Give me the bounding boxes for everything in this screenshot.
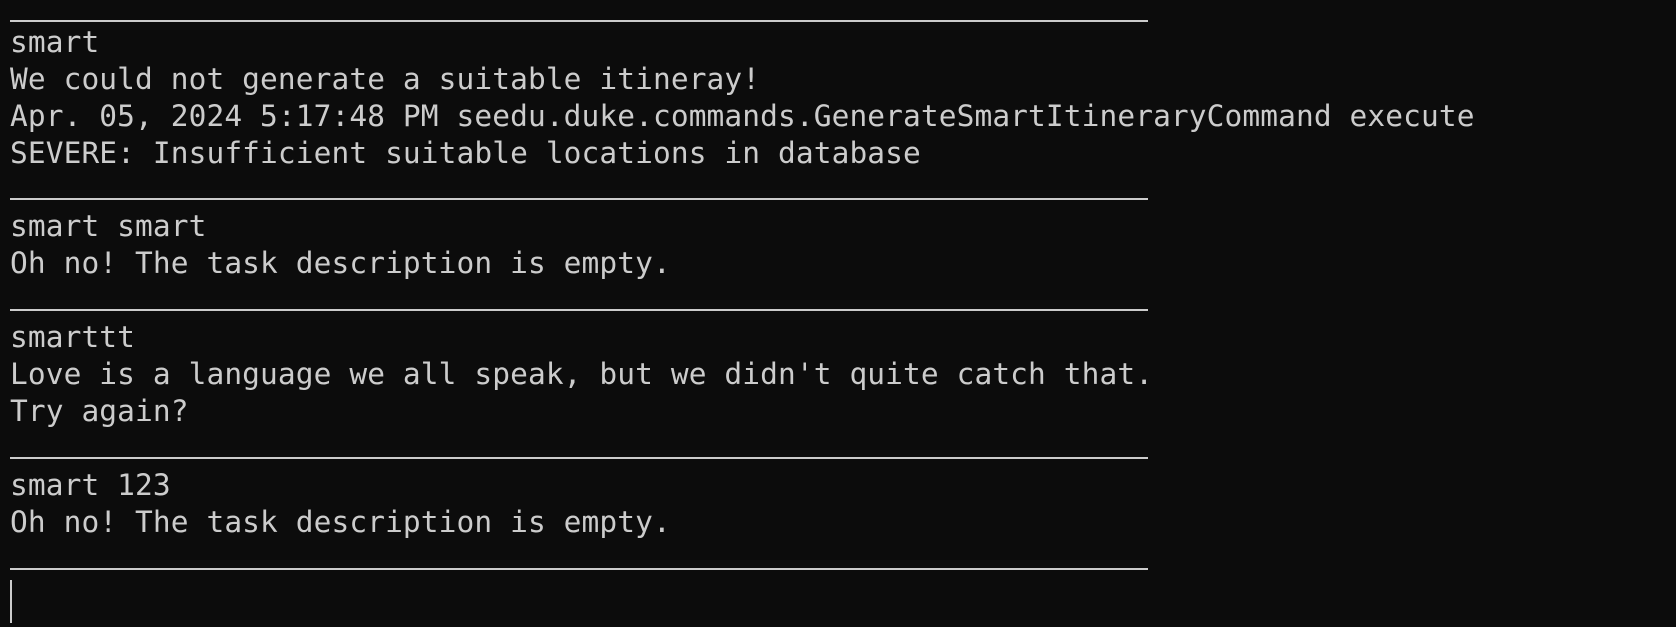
log-line: SEVERE: Insufficient suitable locations … bbox=[10, 136, 921, 170]
output-line: Oh no! The task description is empty. bbox=[10, 505, 671, 539]
output-line: Oh no! The task description is empty. bbox=[10, 246, 671, 280]
terminal-window[interactable]: smart We could not generate a suitable i… bbox=[0, 0, 1676, 627]
command-input: smart bbox=[10, 25, 100, 59]
output-line: We could not generate a suitable itinera… bbox=[10, 62, 761, 96]
output-line: Try again? bbox=[10, 394, 189, 428]
separator-line bbox=[10, 309, 1148, 311]
command-input: smart smart bbox=[10, 209, 207, 243]
separator-line bbox=[10, 457, 1148, 459]
command-input: smarttt bbox=[10, 320, 136, 354]
command-input: smart 123 bbox=[10, 468, 171, 502]
separator-line bbox=[10, 568, 1148, 570]
separator-line bbox=[10, 20, 1148, 22]
log-line: Apr. 05, 2024 5:17:48 PM seedu.duke.comm… bbox=[10, 99, 1475, 133]
text-cursor[interactable] bbox=[10, 580, 12, 623]
output-line: Love is a language we all speak, but we … bbox=[10, 357, 1154, 391]
separator-line bbox=[10, 198, 1148, 200]
